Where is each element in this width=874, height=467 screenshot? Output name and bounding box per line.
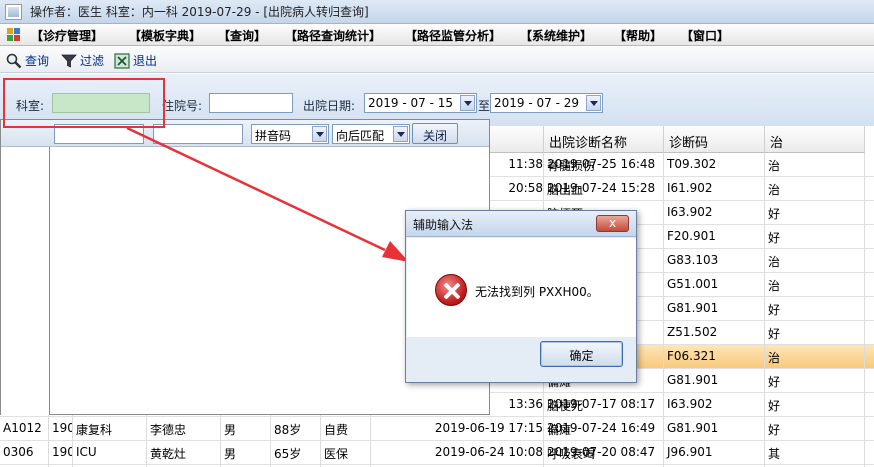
window-title: 操作者：医生 科室：内一科 2019-07-29 - [出院病人转归查询] bbox=[30, 5, 369, 19]
table-cell: F20.901 bbox=[664, 225, 765, 249]
table-cell: G83.103 bbox=[664, 249, 765, 273]
magnifier-icon bbox=[6, 53, 22, 69]
table-cell: I63.902 bbox=[664, 201, 765, 225]
table-cell: I61.902 bbox=[664, 177, 765, 201]
table-cell: 男 bbox=[221, 441, 271, 465]
table-cell: 呼吸衰竭 bbox=[544, 441, 664, 465]
menu-templates[interactable]: 【模板字典】 bbox=[129, 27, 201, 44]
app-icon bbox=[5, 4, 22, 20]
popup-row-gutter bbox=[1, 147, 50, 415]
table-cell: 好 bbox=[765, 225, 865, 249]
menu-window[interactable]: 【窗口】 bbox=[681, 27, 729, 44]
table-cell: 李德忠 bbox=[147, 417, 221, 441]
menu-query[interactable]: 【查询】 bbox=[218, 27, 266, 44]
discharge-date-label: 出院日期: bbox=[303, 99, 356, 113]
menu-bar: 【诊疗管理】 【模板字典】 【查询】 【路径查询统计】 【路径监管分析】 【系统… bbox=[0, 24, 874, 46]
table-cell: G81.901 bbox=[664, 369, 765, 393]
table-cell: 1909999 bbox=[49, 441, 73, 465]
table-cell: 治 bbox=[765, 153, 865, 177]
popup-search-input-2[interactable] bbox=[153, 124, 243, 144]
inpatient-label: 住院号: bbox=[162, 99, 203, 113]
table-cell: 好 bbox=[765, 201, 865, 225]
exit-button[interactable]: 退出 bbox=[114, 52, 157, 69]
exit-icon bbox=[114, 52, 130, 69]
menu-grid-icon bbox=[7, 28, 21, 42]
table-cell: 治 bbox=[765, 249, 865, 273]
table-cell: J96.901 bbox=[664, 441, 765, 465]
table-cell: 好 bbox=[765, 369, 865, 393]
table-cell: 脑梗死 bbox=[544, 393, 664, 417]
table-cell: 治 bbox=[765, 273, 865, 297]
table-cell: 医保 bbox=[321, 441, 371, 465]
inpatient-input[interactable] bbox=[209, 93, 293, 113]
dialog-title: 辅助输入法 x bbox=[406, 211, 636, 237]
table-cell: F06.321 bbox=[664, 345, 765, 369]
table-cell: A1012 bbox=[0, 417, 49, 441]
highlight-box bbox=[3, 78, 165, 128]
error-dialog: 辅助输入法 x 无法找到列 PXXH00。 确定 bbox=[405, 210, 637, 383]
table-cell: G51.001 bbox=[664, 273, 765, 297]
menu-path-stats[interactable]: 【路径查询统计】 bbox=[285, 27, 381, 44]
funnel-icon bbox=[61, 53, 77, 69]
table-cell: Z51.502 bbox=[664, 321, 765, 345]
table-cell: 自费 bbox=[321, 417, 371, 441]
table-cell: 男 bbox=[221, 417, 271, 441]
table-cell: ICU bbox=[73, 441, 147, 465]
ok-button[interactable]: 确定 bbox=[540, 341, 623, 367]
toolbar: 查询 过滤 退出 bbox=[0, 47, 874, 73]
chevron-down-icon[interactable] bbox=[460, 95, 475, 111]
table-cell: 好 bbox=[765, 417, 865, 441]
app-window: 操作者：医生 科室：内一科 2019-07-29 - [出院病人转归查询] 【诊… bbox=[0, 0, 874, 467]
table-cell: 2019-06-24 10:08 bbox=[371, 441, 544, 465]
table-cell: G81.901 bbox=[664, 297, 765, 321]
menu-maintenance[interactable]: 【系统维护】 bbox=[520, 27, 592, 44]
table-cell: G81.901 bbox=[664, 417, 765, 441]
table-cell: 康复科 bbox=[73, 417, 147, 441]
table-cell: 65岁 bbox=[271, 441, 321, 465]
to-label: 至 bbox=[478, 99, 491, 113]
table-cell: 1909757 bbox=[49, 417, 73, 441]
table-cell: I63.902 bbox=[664, 393, 765, 417]
table-cell: 2019-06-19 17:15 bbox=[371, 417, 544, 441]
table-cell: T09.302 bbox=[664, 153, 765, 177]
table-cell: 治 bbox=[765, 177, 865, 201]
table-cell: 88岁 bbox=[271, 417, 321, 441]
table-row[interactable]: A10121909757康复科李德忠男88岁自费2019-06-19 17:15… bbox=[0, 417, 874, 441]
table-cell: 好 bbox=[765, 393, 865, 417]
table-cell: 治 bbox=[765, 345, 865, 369]
table-cell: 脑出血 bbox=[544, 177, 664, 201]
popup-close-button[interactable]: 关闭 bbox=[412, 123, 458, 144]
menu-help[interactable]: 【帮助】 bbox=[614, 27, 662, 44]
table-cell: 脊髓损伤 bbox=[544, 153, 664, 177]
title-bar: 操作者：医生 科室：内一科 2019-07-29 - [出院病人转归查询] bbox=[0, 0, 874, 24]
pinyin-select[interactable]: 拼音码 bbox=[251, 124, 329, 144]
table-cell: 0306 bbox=[0, 441, 49, 465]
chevron-down-icon[interactable] bbox=[393, 126, 408, 142]
error-icon bbox=[435, 274, 467, 306]
error-message: 无法找到列 PXXH00。 bbox=[475, 285, 599, 299]
table-row[interactable]: 03061909999ICU黄乾灶男65岁医保2019-06-24 10:082… bbox=[0, 441, 874, 465]
menu-path-monitor[interactable]: 【路径监管分析】 bbox=[405, 27, 501, 44]
table-cell: 其 bbox=[765, 441, 865, 465]
table-cell: 好 bbox=[765, 321, 865, 345]
column-header[interactable]: 治 bbox=[765, 126, 865, 153]
dialog-body: 无法找到列 PXXH00。 bbox=[407, 238, 636, 337]
table-cell: 偏瘫 bbox=[544, 417, 664, 441]
date-to-picker[interactable]: 2019 - 07 - 29 bbox=[490, 93, 603, 113]
table-cell: 好 bbox=[765, 297, 865, 321]
date-from-picker[interactable]: 2019 - 07 - 15 bbox=[364, 93, 477, 113]
column-header[interactable]: 出院诊断名称 bbox=[544, 126, 664, 153]
chevron-down-icon[interactable] bbox=[586, 95, 601, 111]
match-mode-select[interactable]: 向后匹配 bbox=[332, 124, 410, 144]
menu-diagnosis[interactable]: 【诊疗管理】 bbox=[31, 27, 103, 44]
close-icon[interactable]: x bbox=[596, 215, 629, 232]
table-cell: 黄乾灶 bbox=[147, 441, 221, 465]
query-button[interactable]: 查询 bbox=[6, 52, 49, 69]
column-header[interactable]: 诊断码 bbox=[664, 126, 765, 153]
filter-button[interactable]: 过滤 bbox=[61, 52, 104, 69]
chevron-down-icon[interactable] bbox=[312, 126, 327, 142]
